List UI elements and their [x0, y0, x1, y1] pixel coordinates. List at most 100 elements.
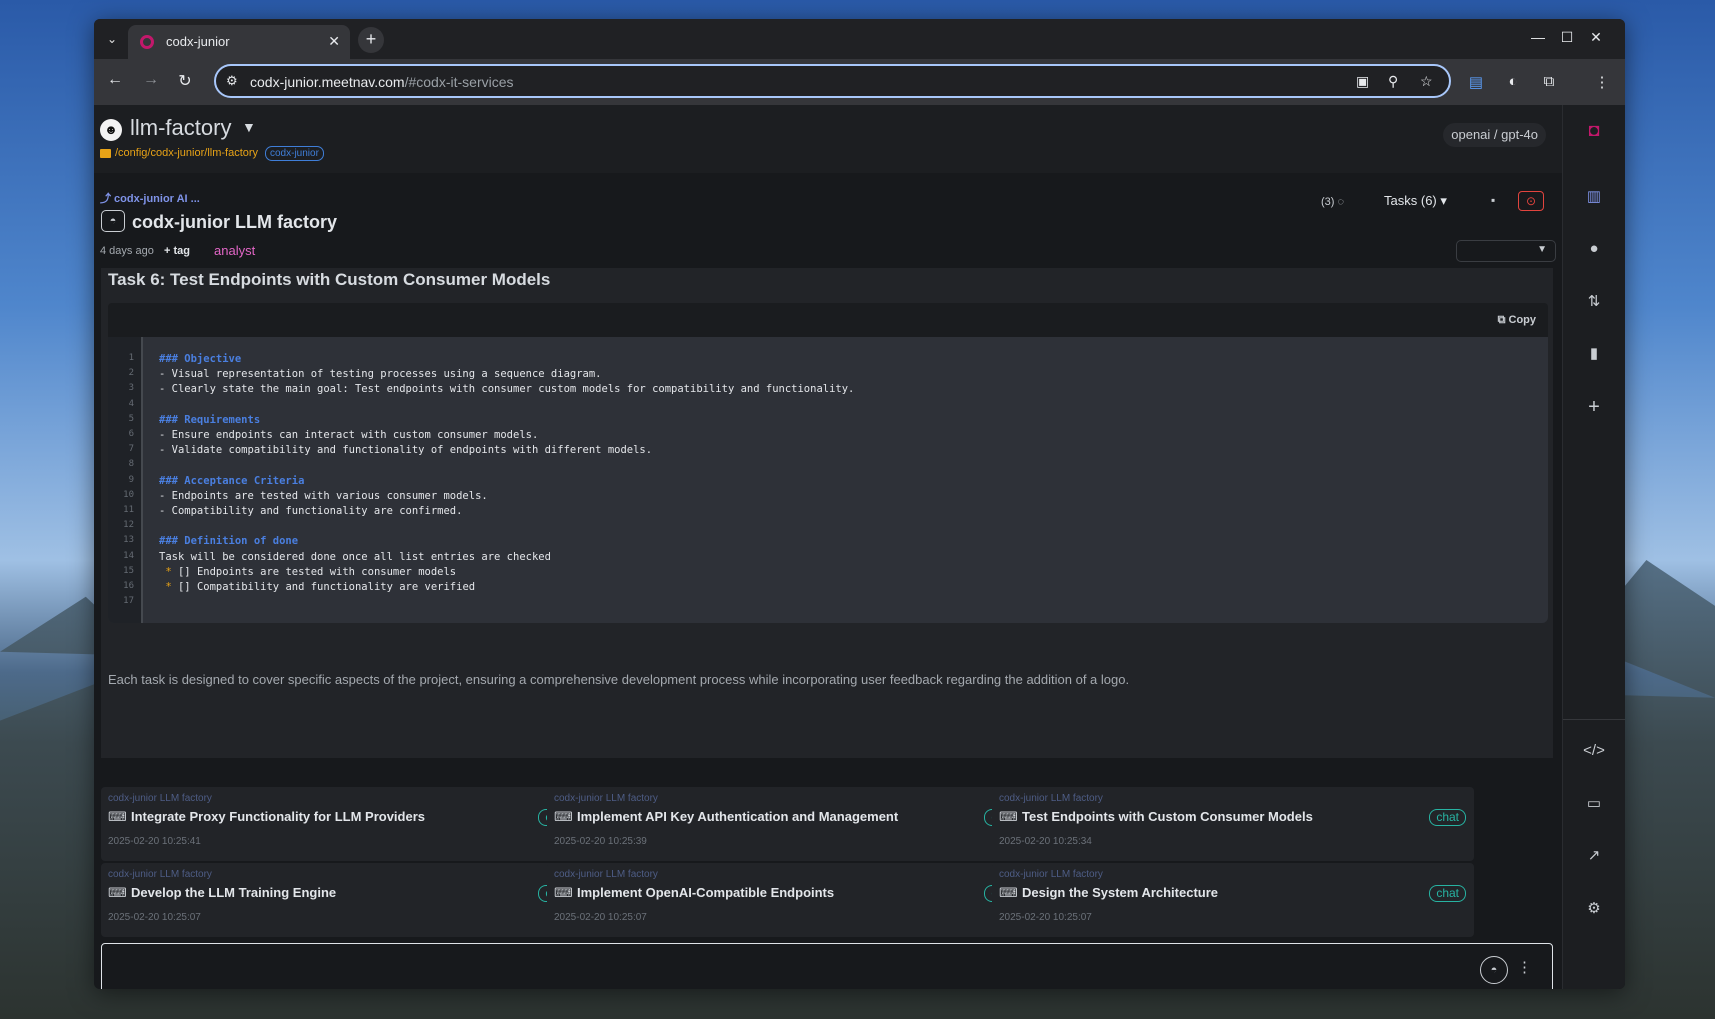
model-badge[interactable]: openai / gpt-4o [1443, 123, 1546, 147]
right-sidebar: ◘ ▥ ● ⇅ ▮ + </> ▭ ↗ ⚙ [1562, 105, 1625, 989]
task-card[interactable]: codx-junior LLM factory ⌨ Design the Syste… [992, 863, 1474, 937]
hidden-messages-toggle[interactable]: (3) ◌ [1321, 196, 1344, 208]
card-time: 2025-02-20 10:25:39 [554, 836, 647, 847]
extension-icon[interactable]: ◐ [1502, 73, 1524, 90]
task-heading: Task 6: Test Endpoints with Custom Consu… [108, 270, 551, 289]
profile-icon[interactable]: ● [1579, 234, 1609, 264]
role-label[interactable]: analyst [214, 243, 255, 258]
caret-down-icon: ▾ [1440, 193, 1447, 208]
logo-icon[interactable]: ◘ [1579, 115, 1609, 145]
project-badge[interactable]: codx-junior [265, 146, 324, 161]
project-name[interactable]: llm-factory [130, 115, 231, 141]
code-icon[interactable]: </> [1579, 736, 1609, 766]
chevron-down-icon: ▼ [1537, 244, 1547, 255]
task-card[interactable]: codx-junior LLM factory ⌨ Implement API Ke… [547, 787, 1029, 861]
line-number: 12 [123, 520, 134, 531]
line-number: 7 [128, 444, 134, 455]
summary-paragraph: Each task is designed to cover specific … [108, 672, 1130, 687]
reload-icon[interactable]: ↻ [174, 71, 196, 91]
card-title[interactable]: Test Endpoints with Custom Consumer Mode… [1022, 809, 1313, 824]
browser-menu-icon[interactable]: ⋮ [1591, 73, 1613, 91]
project-path[interactable]: /config/codx-junior/llm-factory [115, 147, 258, 159]
bookmark-star-icon[interactable]: ☆ [1420, 73, 1433, 90]
chat-bubbles-icon: ⌨ [554, 809, 573, 824]
clipboard-icon[interactable]: ▣ [1356, 73, 1369, 90]
card-title[interactable]: Develop the LLM Training Engine [131, 885, 336, 900]
favicon-icon [140, 35, 154, 49]
robot-logo-icon: ☻ [100, 119, 122, 141]
card-kanban-name: codx-junior LLM factory [999, 869, 1103, 880]
card-title[interactable]: Integrate Proxy Functionality for LLM Pr… [131, 809, 425, 824]
puzzle-extensions-icon[interactable]: ⧉ [1538, 73, 1560, 90]
line-number: 14 [123, 550, 134, 561]
save-icon[interactable]: ▪ [1491, 193, 1495, 207]
chat-badge[interactable]: chat [1429, 885, 1466, 902]
translate-extension-icon[interactable]: ▤ [1465, 73, 1487, 91]
task-card[interactable]: codx-junior LLM factory ⌨ Implement OpenAI… [547, 863, 1029, 937]
tab-search-icon[interactable]: ⌄ [102, 29, 122, 49]
book-icon[interactable]: ▮ [1579, 339, 1609, 369]
address-bar[interactable]: ⚙ codx-junior.meetnav.com/#codx-it-servi… [214, 64, 1451, 98]
monitor-icon[interactable]: ▭ [1579, 789, 1609, 819]
kanban-title: codx-junior LLM factory [132, 212, 338, 232]
new-tab-button[interactable]: + [358, 27, 384, 53]
task-card[interactable]: codx-junior LLM factory ⌨ Test Endpoints w… [992, 787, 1474, 861]
card-kanban-name: codx-junior LLM factory [554, 869, 658, 880]
line-number: 2 [128, 368, 134, 379]
card-kanban-name: codx-junior LLM factory [999, 793, 1103, 804]
git-branch-icon[interactable]: ⇅ [1579, 287, 1609, 317]
card-time: 2025-02-20 10:25:34 [999, 836, 1092, 847]
card-title[interactable]: Implement API Key Authentication and Man… [577, 809, 898, 824]
folder-icon [100, 149, 111, 158]
line-number: 10 [123, 489, 134, 500]
parent-kanban-link[interactable]: ⤴ codx-junior AI ... [100, 190, 200, 206]
card-title[interactable]: Design the System Architecture [1022, 885, 1218, 900]
line-number: 8 [128, 459, 134, 470]
close-window-icon[interactable]: ✕ [1586, 29, 1606, 46]
browser-window: ⌄ codx-junior ✕ + — ☐ ✕ ← → ↻ ⚙ codx-jun… [94, 19, 1625, 989]
code-text: * [] Compatibility and functionality are… [165, 581, 476, 593]
code-text: - Ensure endpoints can interact with cus… [159, 429, 539, 441]
chat-bubbles-icon: ⌨ [999, 885, 1018, 900]
url-text: codx-junior.meetnav.com/#codx-it-service… [250, 74, 514, 90]
select-dropdown[interactable]: ▼ [1456, 240, 1556, 262]
gear-icon[interactable]: ⚙ [1579, 894, 1609, 924]
line-number: 6 [128, 429, 134, 439]
project-header: ☻ llm-factory ▼ /config/codx-junior/llm-… [94, 105, 1562, 173]
minimize-icon[interactable]: — [1528, 29, 1548, 45]
card-kanban-name: codx-junior LLM factory [108, 793, 212, 804]
code-text: * [] Endpoints are tested with consumer … [165, 565, 457, 578]
maximize-icon[interactable]: ☐ [1557, 29, 1577, 46]
project-dropdown-icon[interactable]: ▼ [242, 119, 256, 135]
back-icon[interactable]: ← [104, 71, 126, 89]
task-card[interactable]: codx-junior LLM factory ⌨ Develop the LLM … [101, 863, 583, 937]
card-time: 2025-02-20 10:25:07 [108, 912, 201, 923]
more-options-icon[interactable]: ⋮ [1517, 958, 1532, 976]
copy-button[interactable]: ⧉ Copy [1498, 314, 1536, 327]
chat-badge[interactable]: chat [1429, 809, 1466, 826]
kanban-board-icon[interactable]: ▥ [1579, 182, 1609, 212]
eye-off-icon: ◌ [1337, 196, 1345, 208]
add-tag-button[interactable]: + tag [164, 245, 190, 257]
stop-icon[interactable]: ⊙ [1518, 191, 1544, 211]
card-title[interactable]: Implement OpenAI-Compatible Endpoints [577, 885, 834, 900]
code-text: ### Definition of done [159, 535, 299, 548]
line-number: 9 [128, 474, 134, 485]
chat-input[interactable]: ◓ ⋮ [101, 943, 1553, 989]
line-number: 5 [128, 413, 134, 424]
app-root: ☻ llm-factory ▼ /config/codx-junior/llm-… [94, 105, 1625, 989]
forward-icon[interactable]: → [140, 71, 162, 89]
close-tab-icon[interactable]: ✕ [328, 33, 340, 50]
user-icon: ◓ [101, 210, 125, 232]
line-number: 4 [128, 398, 134, 409]
chart-icon[interactable]: ↗ [1579, 841, 1609, 871]
zoom-icon[interactable]: ⚲ [1388, 73, 1398, 90]
site-info-icon[interactable]: ⚙ [226, 73, 238, 89]
plus-icon[interactable]: + [1579, 392, 1609, 422]
line-number: 1 [128, 353, 134, 363]
tasks-dropdown[interactable]: Tasks (6) ▾ [1384, 193, 1447, 209]
user-avatar-icon[interactable]: ◓ [1480, 956, 1508, 984]
task-card[interactable]: codx-junior LLM factory ⌨ Integrate Proxy … [101, 787, 583, 861]
tab-active[interactable]: codx-junior ✕ [128, 25, 350, 59]
line-number: 15 [123, 565, 134, 576]
